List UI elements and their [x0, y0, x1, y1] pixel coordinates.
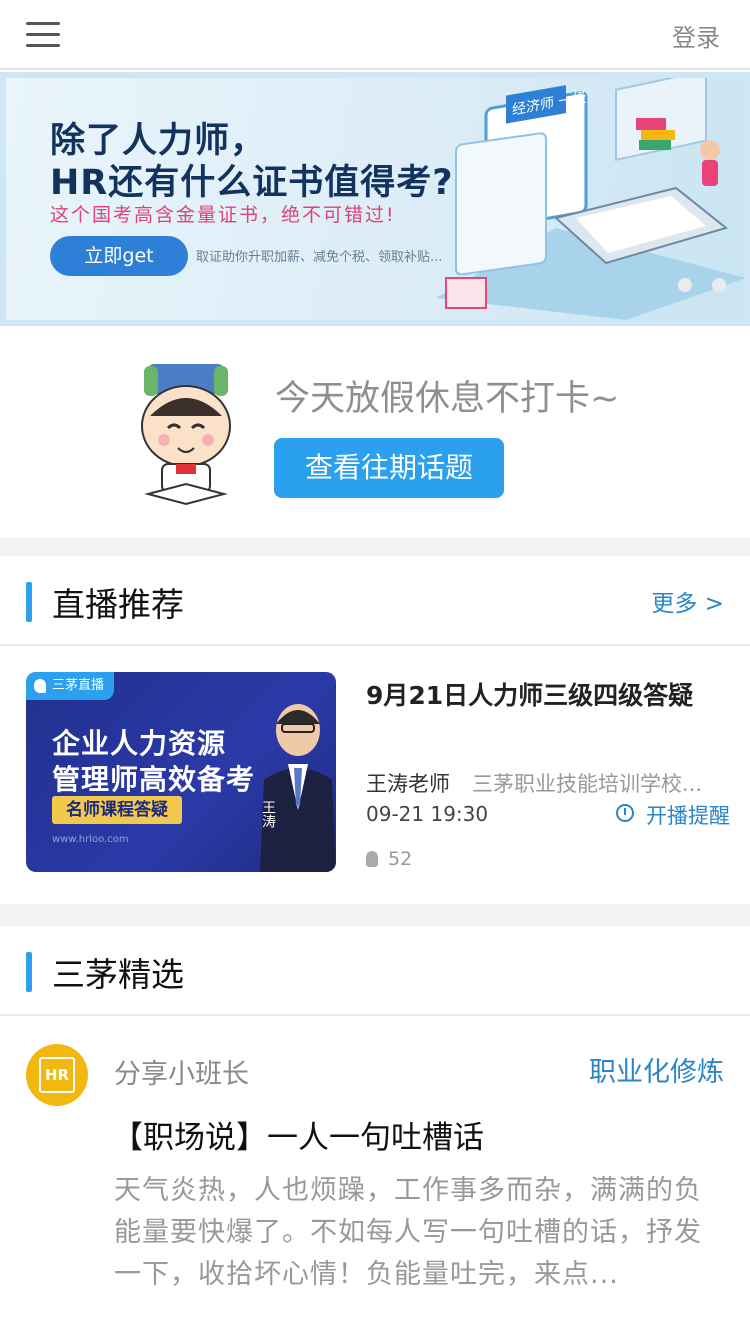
- hr-logo-icon: HR: [39, 1057, 75, 1093]
- thumb-line1: 企业人力资源: [52, 727, 227, 760]
- flame-icon: [366, 851, 378, 867]
- live-teacher: 王涛老师: [366, 772, 450, 796]
- leaf-icon: [34, 679, 46, 693]
- live-item[interactable]: 三茅直播 企业人力资源 管理师高效备考 名师课程答疑 www.hrloo.com…: [0, 646, 750, 904]
- teacher-photo: [260, 704, 336, 872]
- checkin-card: 今天放假休息不打卡~ 查看往期话题: [0, 326, 750, 538]
- alarm-clock-icon: [616, 804, 634, 822]
- banner-slide[interactable]: 经济师 一级 除了人力师， HR还有什么证书值得考? 这个国考高含金量证书，绝不…: [6, 78, 746, 320]
- banner-subtitle: 这个国考高含金量证书，绝不可错过!: [50, 204, 396, 226]
- thumb-line2: 管理师高效备考: [52, 763, 256, 796]
- thumb-url: www.hrloo.com: [52, 834, 129, 845]
- live-tag: 三茅直播: [26, 672, 115, 700]
- featured-section-header: 三茅精选: [0, 926, 750, 1016]
- post-category[interactable]: 职业化修炼: [589, 1050, 724, 1089]
- section-divider: [0, 538, 750, 556]
- featured-section-title: 三茅精选: [52, 955, 184, 994]
- laptop-illustration: 经济师 一级: [436, 78, 746, 320]
- carousel-dot-1[interactable]: [678, 278, 692, 292]
- live-thumbnail[interactable]: 三茅直播 企业人力资源 管理师高效备考 名师课程答疑 www.hrloo.com…: [26, 672, 336, 872]
- banner-get-button[interactable]: 立即get: [50, 236, 188, 276]
- thumb-line3: 名师课程答疑: [52, 796, 182, 824]
- mascot-illustration: [141, 364, 231, 506]
- banner-carousel[interactable]: 经济师 一级 除了人力师， HR还有什么证书值得考? 这个国考高含金量证书，绝不…: [0, 72, 750, 326]
- live-section-header: 直播推荐 更多 >: [0, 556, 750, 646]
- post-author[interactable]: 分享小班长: [114, 1052, 249, 1091]
- hot-count: 52: [366, 848, 412, 870]
- live-title[interactable]: 9月21日人力师三级四级答疑: [366, 676, 693, 712]
- thumb-person-name: 王涛: [260, 800, 276, 828]
- past-topics-button[interactable]: 查看往期话题: [274, 438, 504, 498]
- post-excerpt: 天气炎热，人也烦躁，工作事多而杂，满满的负能量要快爆了。不如每人写一句吐槽的话，…: [114, 1175, 702, 1290]
- remind-button[interactable]: 开播提醒: [616, 800, 730, 830]
- section-divider: [0, 904, 750, 926]
- banner-title-line2: HR还有什么证书值得考?: [50, 163, 454, 203]
- live-school: 三茅职业技能培训学校...: [472, 772, 703, 796]
- login-link[interactable]: 登录: [672, 18, 720, 53]
- top-bar: 登录: [0, 0, 750, 70]
- banner-small-text: 取证助你升职加薪、减免个税、领取补贴...: [196, 250, 443, 265]
- section-accent-bar: [26, 952, 32, 992]
- more-link[interactable]: 更多 >: [651, 584, 724, 618]
- checkin-message: 今天放假休息不打卡~: [275, 379, 620, 419]
- author-avatar[interactable]: HR: [26, 1044, 88, 1106]
- featured-post[interactable]: HR 分享小班长 职业化修炼 【职场说】一人一句吐槽话 天气炎热，人也烦躁，工作…: [0, 1016, 750, 1334]
- section-accent-bar: [26, 582, 32, 622]
- live-time: 09-21 19:30: [366, 802, 489, 826]
- carousel-dot-2[interactable]: [712, 278, 726, 292]
- hamburger-menu-icon[interactable]: [26, 22, 60, 48]
- live-section-title: 直播推荐: [52, 585, 184, 624]
- post-title[interactable]: 【职场说】一人一句吐槽话: [112, 1112, 484, 1157]
